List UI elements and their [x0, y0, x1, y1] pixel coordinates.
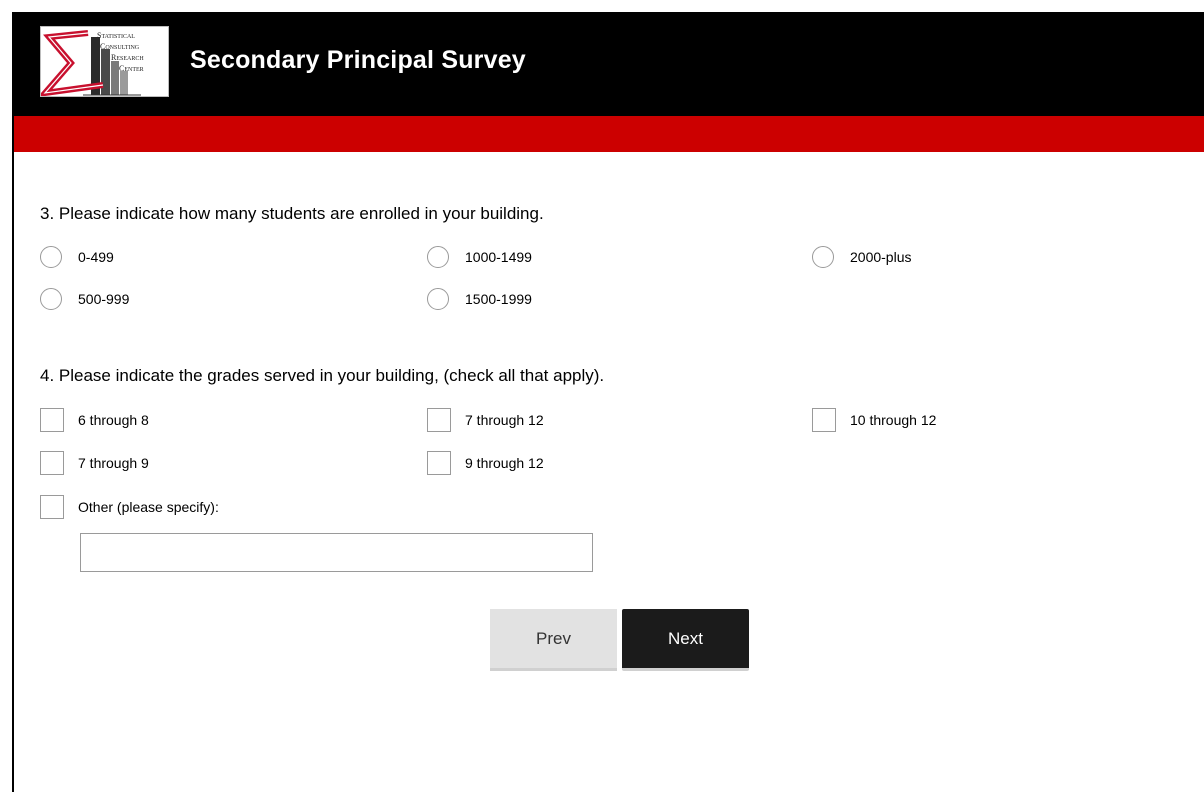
- checkbox[interactable]: [812, 408, 836, 432]
- accent-bar: [14, 116, 1204, 152]
- option-label: 1500-1999: [465, 291, 532, 307]
- radio-button[interactable]: [40, 246, 62, 268]
- checkbox-option-6-through-8[interactable]: 6 through 8: [40, 408, 149, 432]
- page-title: Secondary Principal Survey: [190, 46, 526, 74]
- logo-word-3: Research: [111, 53, 144, 62]
- option-label: 1000-1499: [465, 249, 532, 265]
- option-label: 7 through 12: [465, 412, 544, 428]
- option-label: 500-999: [78, 291, 130, 307]
- option-label: 6 through 8: [78, 412, 149, 428]
- radio-option-0-499[interactable]: 0-499: [40, 246, 114, 268]
- option-label: 7 through 9: [78, 455, 149, 471]
- option-label: 9 through 12: [465, 455, 544, 471]
- survey-page: Statistical Consulting Research Center S…: [12, 12, 1204, 792]
- radio-button[interactable]: [40, 288, 62, 310]
- question-3-text: 3. Please indicate how many students are…: [40, 204, 544, 223]
- radio-option-2000-plus[interactable]: 2000-plus: [812, 246, 912, 268]
- option-label: 0-499: [78, 249, 114, 265]
- logo-word-1: Statistical: [97, 31, 135, 40]
- header-bar: Statistical Consulting Research Center S…: [14, 12, 1204, 116]
- checkbox-option-10-through-12[interactable]: 10 through 12: [812, 408, 936, 432]
- radio-button[interactable]: [812, 246, 834, 268]
- radio-button[interactable]: [427, 288, 449, 310]
- radio-button[interactable]: [427, 246, 449, 268]
- logo-word-4: Center: [119, 64, 144, 73]
- checkbox-option-7-through-12[interactable]: 7 through 12: [427, 408, 544, 432]
- radio-option-1500-1999[interactable]: 1500-1999: [427, 288, 532, 310]
- checkbox[interactable]: [40, 495, 64, 519]
- question-4-text: 4. Please indicate the grades served in …: [40, 366, 605, 385]
- checkbox-option-7-through-9[interactable]: 7 through 9: [40, 451, 149, 475]
- checkbox[interactable]: [40, 408, 64, 432]
- checkbox[interactable]: [40, 451, 64, 475]
- checkbox[interactable]: [427, 451, 451, 475]
- scrc-logo: Statistical Consulting Research Center: [40, 26, 169, 97]
- radio-option-1000-1499[interactable]: 1000-1499: [427, 246, 532, 268]
- option-label: 2000-plus: [850, 249, 912, 265]
- other-specify-input[interactable]: [80, 533, 593, 572]
- option-label: 10 through 12: [850, 412, 937, 428]
- logo-word-2: Consulting: [100, 42, 140, 51]
- checkbox-option-9-through-12[interactable]: 9 through 12: [427, 451, 544, 475]
- next-button[interactable]: Next: [622, 609, 749, 671]
- option-label: Other (please specify):: [78, 499, 219, 515]
- prev-button[interactable]: Prev: [490, 609, 617, 671]
- radio-option-500-999[interactable]: 500-999: [40, 288, 129, 310]
- checkbox-option-other[interactable]: Other (please specify):: [40, 495, 219, 519]
- checkbox[interactable]: [427, 408, 451, 432]
